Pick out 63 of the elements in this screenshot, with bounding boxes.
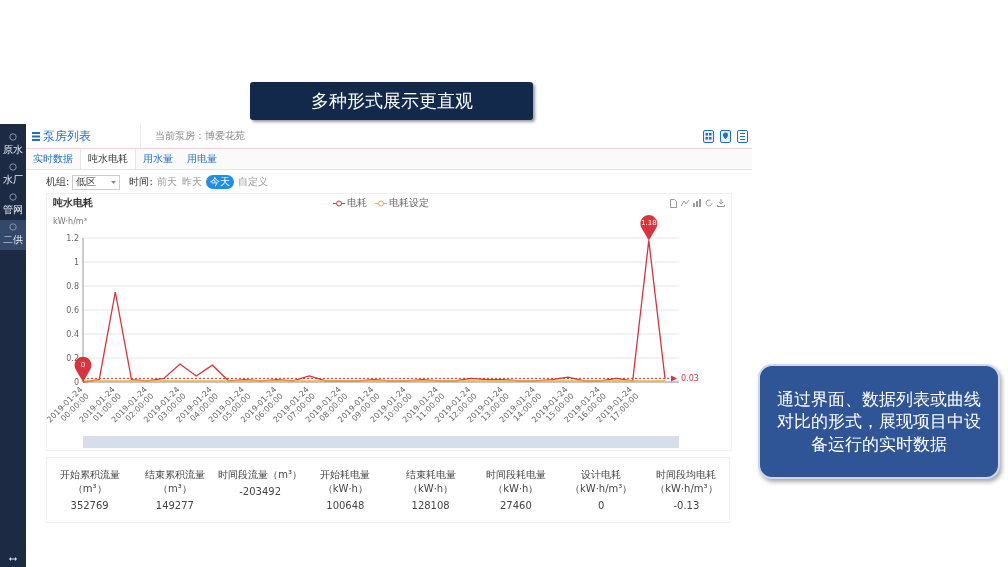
stat-label: 开始累积流量（m³） [58, 468, 121, 496]
legend-marker-icon [333, 199, 345, 207]
y-tick-label: 0.4 [66, 330, 79, 339]
sidebar-item[interactable]: 水厂 [0, 160, 26, 190]
sidebar-item[interactable]: 管网 [0, 190, 26, 220]
stat-value: 149277 [155, 500, 194, 511]
sidebar-item[interactable]: 原水 [0, 130, 26, 160]
stat-value: 352769 [70, 500, 109, 511]
circle-icon [9, 133, 17, 141]
circle-icon [9, 193, 17, 201]
page-title: 泵房列表 [43, 127, 91, 145]
stat-label: 时间段耗电量（kW·h） [484, 468, 547, 496]
y-tick-label: 1.2 [66, 234, 79, 243]
caret-icon [111, 180, 117, 184]
time-label: 时间: [129, 175, 153, 189]
tab[interactable]: 用水量 [136, 149, 180, 169]
circle-icon [9, 223, 17, 231]
circle-icon [9, 163, 17, 171]
refresh-icon[interactable] [705, 198, 713, 207]
y-tick-label: 1 [73, 258, 79, 267]
download-icon[interactable] [717, 198, 725, 207]
stat-label: 时间段均电耗（kW·h/m³） [654, 468, 719, 496]
stat-value: -203492 [239, 486, 281, 497]
unit-label: 机组: [46, 175, 70, 189]
bar-chart-icon[interactable] [693, 198, 701, 207]
stat-label: 设计电耗（kW·h/m³） [568, 468, 634, 496]
stat-value: 0 [597, 500, 605, 511]
legend-marker-icon [375, 199, 387, 207]
y-tick-label: 0.6 [66, 306, 79, 315]
legend-item[interactable]: 电耗设定 [375, 196, 429, 210]
y-tick-label: 0.2 [66, 354, 79, 363]
stat-value: 128108 [411, 500, 450, 511]
title-banner: 多种形式展示更直观 [250, 82, 533, 120]
collapse-icon[interactable] [9, 557, 17, 561]
unit-select[interactable]: 低区 [72, 174, 121, 190]
stat-value: 100648 [326, 500, 365, 511]
legend-item[interactable]: 电耗 [333, 196, 367, 210]
ref-line-label: 0.03 [681, 374, 699, 384]
stat-value: -0.13 [673, 500, 700, 511]
stat-value: 27460 [499, 500, 532, 511]
stat-label: 结束耗电量（kW·h） [404, 468, 457, 496]
grid-icon[interactable] [703, 129, 714, 143]
tab[interactable]: 用电量 [180, 149, 224, 169]
tab[interactable]: 吨水电耗 [80, 149, 136, 169]
chart-title: 吨水电耗 [53, 196, 94, 210]
stat-label: 结束累积流量（m³） [143, 468, 206, 496]
stat-label: 时间段流量（m³） [218, 468, 302, 482]
zoom-slider[interactable] [83, 436, 679, 448]
current-station: 当前泵房：博爱花苑 [154, 129, 246, 143]
callout-box: 通过界面、数据列表或曲线对比的形式，展现项目中设备运行的实时数据 [758, 364, 1000, 479]
menu-icon[interactable] [32, 131, 40, 141]
time-option[interactable]: 今天 [205, 175, 234, 189]
stat-label: 开始耗电量（kW·h） [319, 468, 372, 496]
line-chart-icon[interactable] [681, 198, 689, 207]
y-tick-label: 0.8 [66, 282, 79, 291]
y-axis-unit: kW·h/m³ [53, 217, 87, 226]
list-icon[interactable] [737, 129, 748, 143]
tab[interactable]: 实时数据 [26, 149, 80, 169]
reference-line: 0.03 [82, 374, 699, 384]
location-icon[interactable] [720, 129, 731, 143]
sidebar-item[interactable]: 二供 [0, 220, 26, 250]
y-tick-label: 0 [73, 378, 79, 387]
document-icon[interactable] [670, 198, 677, 208]
